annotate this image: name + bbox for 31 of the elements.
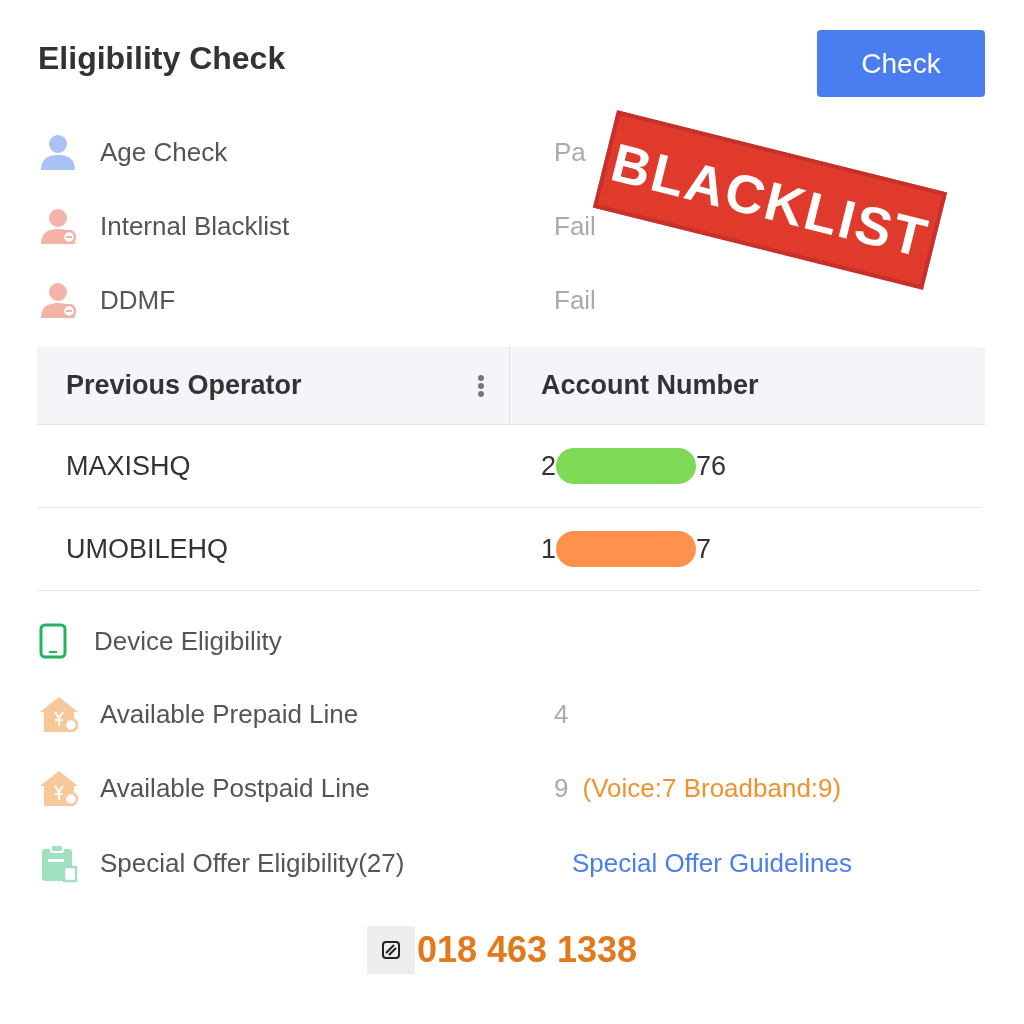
table-cell-text: MAXISHQ: [65, 449, 192, 483]
page-title: Eligibility Check: [38, 39, 286, 78]
line-label: Available Postpaid Line: [100, 771, 371, 805]
person-minus-icon: [38, 280, 78, 320]
offer-label: Special Offer Eligibility(27): [100, 846, 406, 880]
check-label: Age Check: [100, 135, 229, 169]
house-icon: [38, 768, 80, 808]
table-cell-text: UMOBILEHQ: [65, 532, 230, 566]
line-label: Available Prepaid Line: [100, 697, 360, 731]
line-count: 9: [554, 771, 569, 805]
check-label: DDMF: [100, 283, 177, 317]
check-button[interactable]: Check: [817, 30, 985, 97]
more-icon[interactable]: [477, 373, 485, 398]
phone-number: 018 463 1338: [416, 928, 638, 972]
account-digits: 7: [696, 532, 712, 566]
account-digits: 2: [541, 449, 557, 483]
person-minus-icon: [38, 206, 78, 246]
account-digits: 76: [696, 449, 727, 483]
pattern-icon: [381, 941, 400, 959]
section-label: Device Eligibility: [94, 624, 282, 658]
column-header: Account Number: [541, 369, 759, 403]
house-icon: [38, 694, 80, 734]
column-header: Previous Operator: [66, 369, 302, 403]
check-label: Internal Blacklist: [100, 209, 291, 243]
person-icon: [38, 132, 78, 172]
account-digits: 1: [541, 532, 557, 566]
line-count: 4: [554, 697, 569, 731]
phone-icon: [38, 623, 68, 659]
guidelines-link[interactable]: Special Offer Guidelines: [572, 843, 852, 883]
line-breakdown: (Voice:7 Broadband:9): [582, 771, 842, 805]
check-result: Pa: [554, 135, 586, 169]
